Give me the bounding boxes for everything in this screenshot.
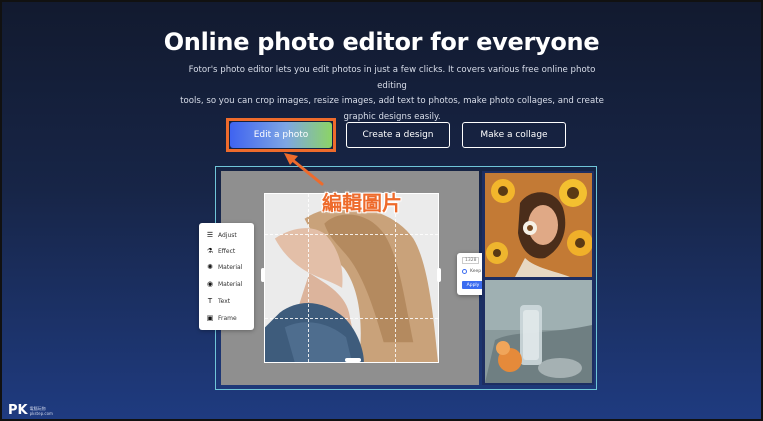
collage-photo-sunflowers bbox=[485, 173, 592, 277]
annotation-label: 編輯圖片 bbox=[322, 191, 402, 215]
width-input[interactable]: 1328 bbox=[462, 257, 480, 264]
radio-icon bbox=[462, 269, 467, 274]
collage-preview bbox=[482, 171, 594, 385]
make-collage-button[interactable]: Make a collage bbox=[462, 122, 566, 148]
tool-item-adjust[interactable]: ☰ Adjust bbox=[206, 229, 237, 241]
annotation-arrow-icon bbox=[284, 153, 324, 186]
subtitle-line: tools, so you can crop images, resize im… bbox=[180, 96, 604, 106]
editor-canvas[interactable] bbox=[264, 193, 439, 363]
tool-item-label: Effect bbox=[218, 247, 236, 255]
tool-item-label: Text bbox=[218, 297, 231, 305]
tool-item-effect[interactable]: ⚗ Effect bbox=[206, 245, 235, 257]
crop-guide bbox=[395, 194, 396, 362]
logo-subline: pkstep.com bbox=[29, 410, 53, 416]
tool-item-label: Frame bbox=[218, 314, 237, 322]
edit-photo-button[interactable]: Edit a photo bbox=[230, 122, 332, 148]
collage-photo-drink bbox=[485, 280, 592, 383]
subtitle-line: Fotor's photo editor lets you edit photo… bbox=[188, 65, 596, 91]
apply-button[interactable]: Apply bbox=[462, 281, 484, 289]
logo-text: PK bbox=[8, 403, 28, 418]
tool-panel: ☰ Adjust ⚗ Effect ✺ Material ◉ Material … bbox=[199, 223, 254, 330]
crop-handle[interactable] bbox=[345, 358, 361, 362]
crop-guide bbox=[265, 318, 438, 319]
tool-item-material[interactable]: ✺ Material bbox=[206, 261, 242, 273]
flask-icon: ⚗ bbox=[206, 247, 214, 255]
tool-item-frame[interactable]: ▣ Frame bbox=[206, 312, 237, 324]
frame-icon: ▣ bbox=[206, 314, 214, 322]
sparkle-icon: ✺ bbox=[207, 263, 213, 271]
page-subtitle: Fotor's photo editor lets you edit photo… bbox=[177, 63, 607, 125]
sliders-icon: ☰ bbox=[206, 231, 214, 239]
crop-handle[interactable] bbox=[261, 268, 265, 282]
circle-icon: ◉ bbox=[206, 280, 214, 288]
sunflower-portrait-photo bbox=[485, 173, 592, 277]
crop-guide bbox=[265, 234, 438, 235]
site-logo: PK 電腦玩物 pkstep.com bbox=[8, 403, 53, 418]
text-icon: T bbox=[207, 297, 213, 305]
logo-subtext: 電腦玩物 pkstep.com bbox=[30, 406, 53, 416]
tool-item-label: Adjust bbox=[218, 231, 237, 239]
tool-item-material-2[interactable]: ◉ Material bbox=[206, 278, 242, 290]
tool-item-label: Material bbox=[218, 280, 243, 288]
crop-guide bbox=[308, 194, 309, 362]
tool-item-text[interactable]: T Text bbox=[206, 295, 230, 307]
drink-photo bbox=[485, 280, 592, 383]
page-frame: Online photo editor for everyone Fotor's… bbox=[0, 0, 763, 421]
create-design-button[interactable]: Create a design bbox=[346, 122, 450, 148]
portrait-photo bbox=[265, 194, 438, 362]
crop-handle[interactable] bbox=[437, 268, 441, 282]
page-title: Online photo editor for everyone bbox=[163, 28, 600, 56]
tool-item-label: Material bbox=[218, 263, 243, 271]
